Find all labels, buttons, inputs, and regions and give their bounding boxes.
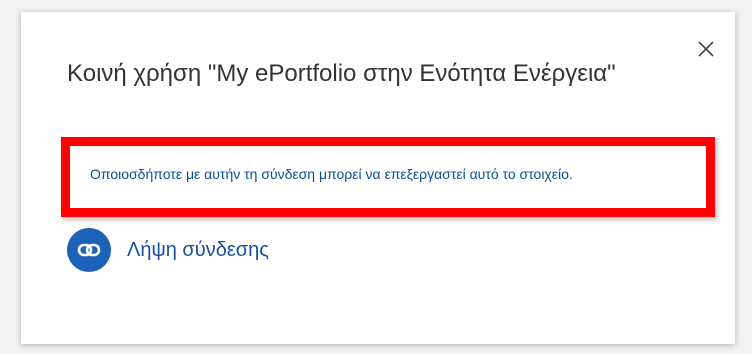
dialog-title: Κοινή χρήση "My ePortfolio στην Ενότητα … <box>67 60 616 87</box>
get-link-label[interactable]: Λήψη σύνδεσης <box>127 239 269 262</box>
close-icon[interactable] <box>691 34 721 64</box>
get-link-button[interactable]: Λήψη σύνδεσης <box>67 226 269 274</box>
highlight-box: Οποιοσδήποτε με αυτήν τη σύνδεση μπορεί … <box>61 137 715 217</box>
share-dialog: Κοινή χρήση "My ePortfolio στην Ενότητα … <box>21 12 735 344</box>
edit-permission-warning: Οποιοσδήποτε με αυτήν τη σύνδεση μπορεί … <box>90 166 573 182</box>
link-icon[interactable] <box>67 228 111 272</box>
close-button[interactable] <box>691 34 721 64</box>
